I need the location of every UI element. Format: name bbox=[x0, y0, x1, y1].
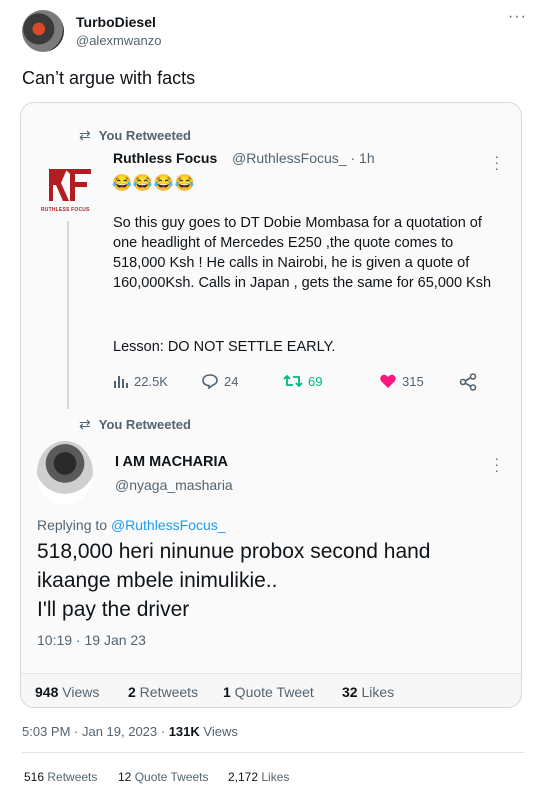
reply-count: 24 bbox=[224, 373, 239, 389]
retweet-action[interactable]: 69 bbox=[283, 373, 322, 389]
like-action[interactable]: 315 bbox=[379, 373, 424, 389]
quoted-views[interactable]: 948 Views bbox=[35, 684, 99, 700]
replying-to-label: Replying to bbox=[37, 517, 111, 533]
logo-text: RUTHLESS FOCUS bbox=[41, 207, 90, 213]
retweet-indicator-label: You Retweeted bbox=[98, 417, 191, 432]
reply-timestamp[interactable]: 10:19 · 19 Jan 23 bbox=[37, 632, 146, 648]
quoted-retweets-label: Retweets bbox=[135, 684, 199, 700]
tweet-timestamp[interactable]: 5:03 PM · Jan 19, 2023 · 131K Views bbox=[22, 724, 238, 739]
like-icon bbox=[380, 374, 396, 388]
retweet-indicator-label: You Retweeted bbox=[98, 128, 191, 143]
share-action[interactable] bbox=[459, 373, 477, 391]
reply-author-name[interactable]: I AM MACHARIA bbox=[115, 454, 228, 470]
quoted-stats: 948 Views 2 Retweets 1 Quote Tweet 32 Li… bbox=[21, 673, 521, 707]
quoted-views-count: 948 bbox=[35, 684, 59, 700]
tweet-header: TurboDiesel @alexmwanzo ··· bbox=[0, 0, 545, 60]
views-count: 131K bbox=[168, 724, 200, 739]
reply-action[interactable]: 24 bbox=[201, 373, 238, 389]
reply-author-handle[interactable]: @nyaga_masharia bbox=[115, 477, 233, 493]
more-icon[interactable]: · · · bbox=[494, 149, 499, 175]
retweet-icon bbox=[283, 374, 303, 388]
quoted-author-handle[interactable]: @RuthlessFocus_ · 1h bbox=[232, 150, 375, 166]
avatar[interactable] bbox=[37, 441, 93, 505]
retweets-label: Retweets bbox=[44, 770, 98, 784]
reply-line-1: 518,000 heri ninunue probox second hand bbox=[37, 540, 431, 563]
retweets-stat[interactable]: 516 Retweets bbox=[24, 770, 97, 784]
retweet-icon: ⇄ bbox=[79, 416, 91, 432]
quoted-likes[interactable]: 32 Likes bbox=[342, 684, 394, 700]
retweet-icon: ⇄ bbox=[79, 127, 91, 143]
views-count: 22.5K bbox=[134, 373, 168, 389]
quote-tweets-count: 12 bbox=[118, 770, 132, 784]
quote-tweets-stat[interactable]: 12 Quote Tweets bbox=[118, 770, 209, 784]
quoted-views-label: Views bbox=[58, 684, 100, 700]
quoted-likes-count: 32 bbox=[342, 684, 358, 700]
share-icon bbox=[459, 373, 477, 391]
quoted-tweet-body: So this guy goes to DT Dobie Mombasa for… bbox=[113, 215, 492, 291]
mention-link[interactable]: @RuthlessFocus_ bbox=[111, 517, 226, 533]
reply-icon bbox=[202, 374, 218, 389]
ruthless-focus-logo[interactable] bbox=[47, 165, 93, 205]
tweet-text: Can’t argue with facts bbox=[22, 68, 196, 88]
author-handle[interactable]: @alexmwanzo bbox=[76, 33, 161, 48]
likes-label: Likes bbox=[258, 770, 290, 784]
avatar[interactable] bbox=[22, 10, 64, 52]
quoted-author-name[interactable]: Ruthless Focus bbox=[113, 150, 217, 166]
likes-count: 2,172 bbox=[228, 770, 259, 784]
quoted-retweets-count: 2 bbox=[128, 684, 136, 700]
replying-to: Replying to @RuthlessFocus_ bbox=[37, 517, 226, 533]
views-action[interactable]: 22.5K bbox=[113, 373, 168, 389]
emoji-line: 😂😂😂😂 bbox=[112, 175, 196, 192]
views-icon bbox=[114, 376, 128, 388]
likes-stat[interactable]: 2,172 Likes bbox=[228, 770, 289, 784]
retweet-indicator: ⇄ You Retweeted bbox=[79, 127, 191, 144]
quoted-content: ⇄ You Retweeted RUTHLESS FOCUS Ruthless F… bbox=[21, 103, 521, 673]
quoted-tweet-lesson: Lesson: DO NOT SETTLE EARLY. bbox=[113, 339, 336, 355]
quoted-quote-tweets-count: 1 bbox=[223, 684, 231, 700]
reply-line-2: ikaange mbele inimulikie.. bbox=[37, 569, 278, 592]
retweets-count: 516 bbox=[24, 770, 45, 784]
retweet-indicator-2: ⇄ You Retweeted bbox=[79, 416, 191, 433]
more-options-icon[interactable]: ··· bbox=[508, 8, 527, 26]
more-icon[interactable]: · · · bbox=[494, 451, 499, 477]
quoted-retweets[interactable]: 2 Retweets bbox=[128, 684, 198, 700]
quoted-quote-tweets[interactable]: 1 Quote Tweet bbox=[223, 684, 314, 700]
retweet-count: 69 bbox=[308, 373, 323, 389]
views-label: Views bbox=[199, 724, 238, 739]
like-count: 315 bbox=[402, 373, 424, 389]
tweet-actions: 22.5K 24 69 315 bbox=[113, 373, 477, 391]
quoted-screenshot[interactable]: ⇄ You Retweeted RUTHLESS FOCUS Ruthless F… bbox=[20, 102, 522, 708]
quoted-likes-label: Likes bbox=[357, 684, 395, 700]
reply-line-3: I'll pay the driver bbox=[37, 598, 190, 621]
thread-line bbox=[67, 221, 69, 409]
divider bbox=[22, 752, 525, 753]
timestamp-text: 5:03 PM · Jan 19, 2023 · bbox=[22, 724, 169, 739]
reply-tweet-body: 518,000 heri ninunue probox second hand … bbox=[37, 537, 507, 624]
quote-tweets-label: Quote Tweets bbox=[131, 770, 209, 784]
quoted-quote-tweets-label: Quote Tweet bbox=[230, 684, 314, 700]
author-name[interactable]: TurboDiesel bbox=[76, 14, 156, 30]
